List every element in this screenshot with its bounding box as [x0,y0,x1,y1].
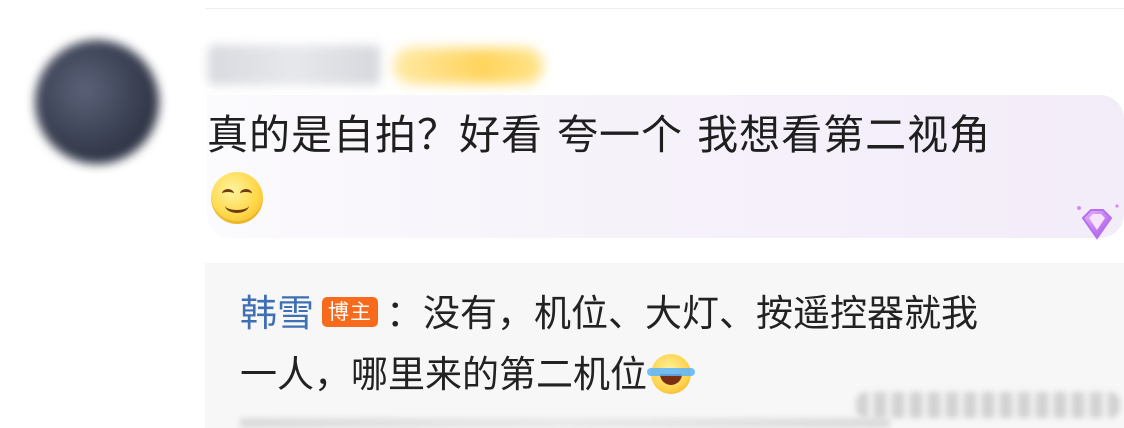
reply-author-link[interactable]: 韩雪 [240,292,314,335]
blurred-next-line [240,418,890,428]
purple-gem-icon [1077,204,1119,240]
blurred-footer-strip [856,392,1120,418]
host-badge: 博主 [322,296,378,327]
top-divider [205,8,1124,9]
username-blurred[interactable] [208,45,380,85]
laugh-cry-emoji-icon [647,353,695,394]
reply-text-2: 一人，哪里来的第二机位 [240,353,647,396]
avatar[interactable] [35,40,159,164]
emoji-eye-right [240,189,252,198]
reply-text-1: ：没有，机位、大灯、按遥控器就我 [386,292,978,335]
emoji-eye-left [222,189,234,198]
reply-line-2: 一人，哪里来的第二机位 [240,349,695,401]
reply-line-1: 韩雪 博主 ：没有，机位、大灯、按遥控器就我 [240,288,978,340]
emoji-mouth [225,198,249,213]
smile-emoji-icon [211,172,263,224]
comment-text: 真的是自拍？好看 夸一个 我想看第二视角 [207,111,992,159]
user-badge-blurred [393,48,543,84]
